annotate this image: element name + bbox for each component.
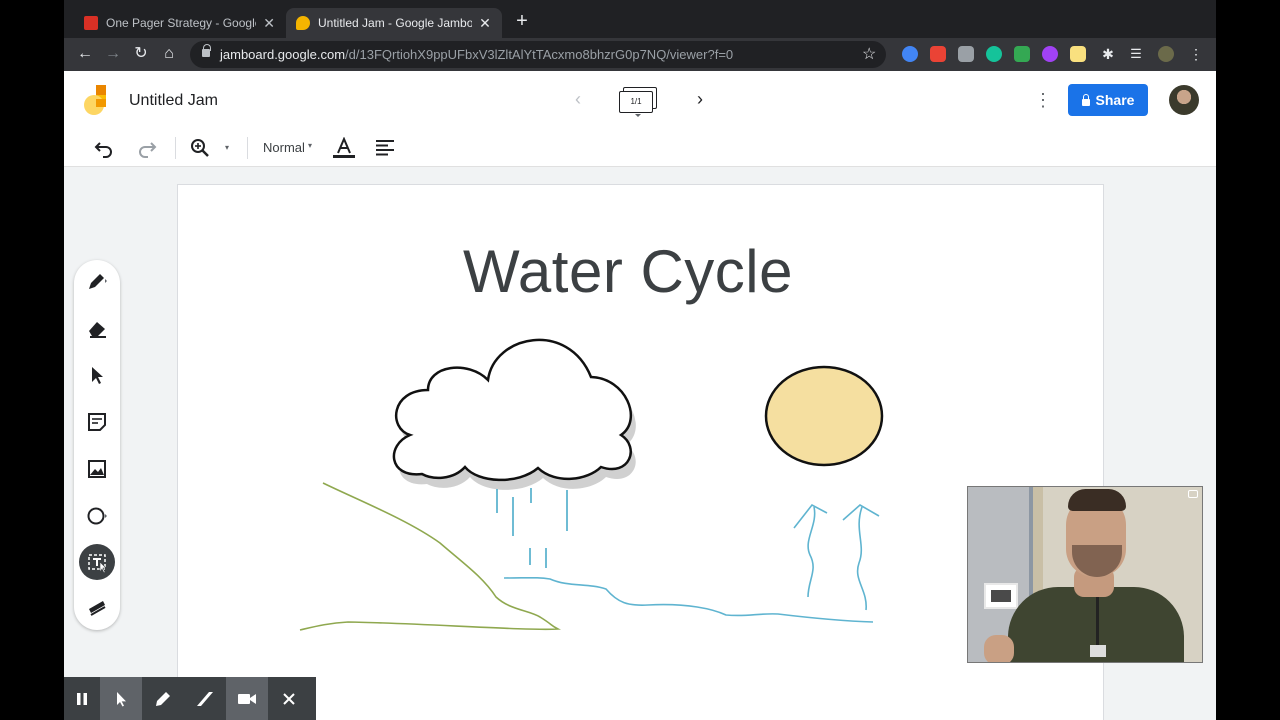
- url-host: jamboard.google.com: [220, 47, 346, 62]
- profile-icon[interactable]: [1158, 46, 1174, 62]
- camera-icon[interactable]: [226, 677, 268, 720]
- toolbar-divider: [247, 137, 248, 159]
- tab-title: Untitled Jam - Google Jamboa: [318, 16, 472, 30]
- whiteboard-frame[interactable]: Water Cycle: [177, 184, 1104, 720]
- editing-toolbar: ▾ Normal ▾: [64, 129, 1216, 167]
- highlighter-icon[interactable]: [184, 677, 226, 720]
- laser-icon[interactable]: [82, 593, 112, 623]
- presenter-hair: [1068, 489, 1126, 511]
- tab-untitled-jam[interactable]: Untitled Jam - Google Jamboa ✕: [286, 8, 502, 38]
- select-arrow-icon[interactable]: [82, 360, 112, 390]
- close-tab-icon[interactable]: ✕: [478, 15, 492, 32]
- zoom-dropdown-caret[interactable]: ▾: [225, 143, 229, 152]
- align-left-icon[interactable]: [374, 137, 396, 159]
- frame-bar-toggle[interactable]: 1/1: [617, 85, 661, 117]
- text-color-icon[interactable]: [333, 136, 355, 159]
- cursor-icon[interactable]: [100, 677, 142, 720]
- presenter-lanyard: [1096, 597, 1099, 649]
- bookmark-star-icon[interactable]: ☆: [862, 44, 876, 64]
- redo-icon[interactable]: [136, 137, 158, 159]
- mail-ext-icon[interactable]: [958, 46, 974, 62]
- omnibox[interactable]: jamboard.google.com/d/13FQrtiohX9ppUFbxV…: [190, 41, 886, 68]
- back-button[interactable]: ←: [74, 43, 96, 65]
- lock-icon[interactable]: [202, 44, 211, 57]
- webcam-overlay[interactable]: [967, 486, 1203, 663]
- toolbar-divider: [175, 137, 176, 159]
- pen-icon[interactable]: [142, 677, 184, 720]
- chevron-down-icon[interactable]: ▾: [308, 141, 312, 150]
- document-title[interactable]: Untitled Jam: [129, 92, 218, 110]
- clip-ext-icon[interactable]: [930, 46, 946, 62]
- app-header: Untitled Jam ‹ 1/1 › ⋮ Share: [64, 71, 1216, 129]
- address-bar-row: ← → ↻ ⌂ jamboard.google.com/d/13FQrtiohX…: [64, 38, 1216, 71]
- lock-icon: [1081, 93, 1090, 106]
- evaporation-arrows[interactable]: [793, 503, 880, 611]
- zoom-icon[interactable]: [189, 137, 211, 159]
- slides-icon: [84, 16, 98, 30]
- previous-frame-icon[interactable]: ‹: [570, 90, 586, 108]
- circle-shape-icon[interactable]: [82, 501, 112, 531]
- board-title[interactable]: Water Cycle: [178, 237, 1078, 306]
- grammarly-icon[interactable]: [986, 46, 1002, 62]
- frame-counter-label: 1/1: [619, 91, 653, 113]
- text-box-icon[interactable]: [79, 544, 115, 580]
- font-size-select[interactable]: Normal: [263, 140, 305, 155]
- url-text[interactable]: jamboard.google.com/d/13FQrtiohX9ppUFbxV…: [220, 47, 733, 62]
- screen-recorder-bar: [64, 677, 316, 720]
- jamboard-logo-icon: [84, 85, 106, 115]
- rain-strokes[interactable]: [496, 488, 568, 568]
- sun-shape[interactable]: [764, 365, 884, 467]
- new-tab-button[interactable]: +: [512, 10, 532, 34]
- kebab-icon[interactable]: ⋮: [1188, 46, 1204, 62]
- avatar[interactable]: [1169, 85, 1199, 115]
- reload-button[interactable]: ↻: [130, 43, 152, 65]
- pause-icon[interactable]: [64, 677, 100, 720]
- jamboard-icon: [296, 16, 310, 30]
- green-ext-icon[interactable]: [1014, 46, 1030, 62]
- pen-icon[interactable]: [82, 266, 112, 296]
- share-label: Share: [1095, 92, 1135, 108]
- camera-icon[interactable]: [1188, 490, 1198, 498]
- close-tab-icon[interactable]: ✕: [262, 15, 276, 32]
- share-button[interactable]: Share: [1068, 84, 1148, 116]
- eraser-icon[interactable]: [82, 313, 112, 343]
- close-icon[interactable]: [268, 677, 310, 720]
- chevron-down-icon: [635, 114, 641, 117]
- image-icon[interactable]: [82, 454, 112, 484]
- forward-button[interactable]: →: [102, 43, 124, 65]
- undo-icon[interactable]: [93, 137, 115, 159]
- tab-title: One Pager Strategy - Google D: [106, 16, 256, 30]
- land-outline[interactable]: [299, 482, 561, 631]
- presenter-hand: [984, 635, 1014, 662]
- sticky-note-icon[interactable]: [82, 407, 112, 437]
- puzzle-icon[interactable]: ✱: [1100, 46, 1116, 62]
- tool-rail: [74, 260, 120, 630]
- presenter-badge: [1090, 645, 1106, 657]
- url-path: /d/13FQrtiohX9ppUFbxV3lZltAlYtTAcxmo8bhz…: [345, 47, 734, 62]
- cloud-shape[interactable]: [392, 338, 636, 490]
- notes-ext-icon[interactable]: [1070, 46, 1086, 62]
- camera-ext-icon[interactable]: [902, 46, 918, 62]
- purple-ext-icon[interactable]: [1042, 46, 1058, 62]
- more-options-icon[interactable]: ⋮: [1034, 88, 1052, 112]
- next-frame-icon[interactable]: ›: [692, 90, 708, 108]
- home-button[interactable]: ⌂: [158, 43, 180, 65]
- playlist-icon[interactable]: ☰: [1128, 46, 1144, 62]
- water-outline[interactable]: [503, 576, 874, 623]
- tab-one-pager-strategy[interactable]: One Pager Strategy - Google D ✕: [74, 8, 286, 38]
- tab-strip: One Pager Strategy - Google D ✕ Untitled…: [64, 0, 1216, 38]
- wall-frame: [984, 583, 1018, 609]
